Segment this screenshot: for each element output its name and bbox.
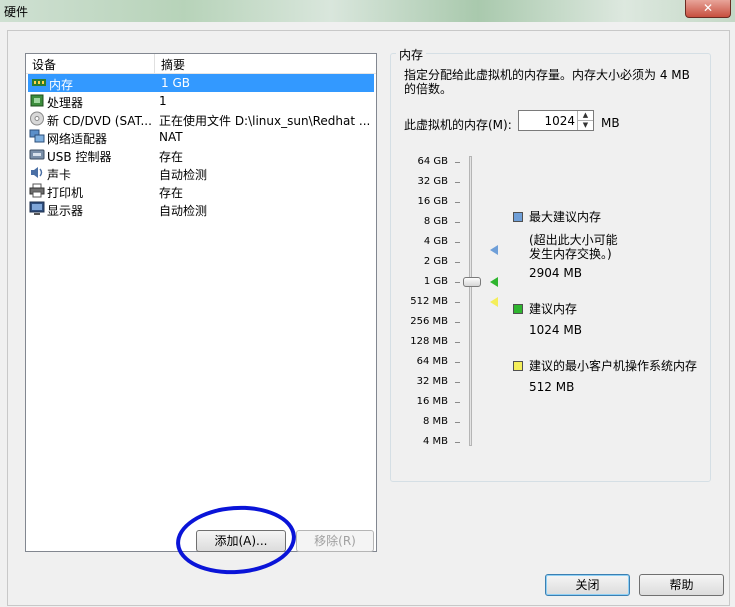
scale-tick (455, 342, 460, 343)
device-name: 处理器 (47, 96, 84, 110)
scale-label: 16 GB (417, 196, 448, 207)
device-row-network-adapter[interactable]: 网络适配器 NAT (26, 128, 376, 146)
device-summary: 1 GB (161, 76, 190, 90)
window-title: 硬件 (4, 5, 29, 19)
memory-value: 1024 (544, 114, 575, 128)
title-bar: 硬件 ✕ (0, 0, 735, 22)
sound-card-icon (31, 167, 43, 178)
min-legend-title: 建议的最小客户机操作系统内存 (529, 359, 698, 373)
column-header-summary[interactable]: 摘要 (161, 56, 185, 73)
min-legend-swatch-icon (513, 361, 523, 371)
device-list[interactable]: 设备 摘要 内存 1 GB 处理器 1 新 CD/DVD (SAT... 正在使… (25, 53, 377, 552)
scale-tick (455, 162, 460, 163)
memory-description: 指定分配给此虚拟机的内存量。内存大小必须为 4 MB 的倍数。 (404, 68, 690, 96)
scale-tick (455, 282, 460, 283)
scale-label: 32 GB (417, 176, 448, 187)
device-list-header: 设备 摘要 (26, 54, 376, 74)
recommended-legend-title: 建议内存 (529, 302, 578, 316)
usb-icon (29, 149, 45, 160)
scale-tick (455, 302, 460, 303)
scale-label: 8 MB (422, 416, 448, 427)
memory-unit: MB (601, 116, 620, 130)
display-icon (29, 201, 45, 215)
scale-tick (455, 442, 460, 443)
device-name: USB 控制器 (47, 150, 112, 164)
device-row-printer[interactable]: 打印机 存在 (26, 182, 376, 200)
window-close-button[interactable]: ✕ (685, 0, 731, 18)
device-name: 声卡 (47, 168, 72, 182)
printer-icon (29, 183, 45, 198)
scale-label: 8 GB (423, 216, 448, 227)
device-summary: 正在使用文件 D:\linux_sun\Redhat ... (159, 114, 371, 128)
close-button[interactable]: 关闭 (545, 574, 630, 596)
max-legend-note: (超出此大小可能 发生内存交换。) (529, 233, 618, 261)
scale-tick (455, 322, 460, 323)
device-summary: 自动检测 (159, 168, 208, 182)
device-row-cpu[interactable]: 处理器 1 (26, 92, 376, 110)
device-row-memory[interactable]: 内存 1 GB (28, 74, 374, 92)
scale-tick (455, 202, 460, 203)
device-name: 显示器 (47, 204, 84, 218)
spin-down-icon[interactable]: ▼ (577, 121, 593, 130)
scale-tick (455, 362, 460, 363)
device-row-sound-card[interactable]: 声卡 自动检测 (26, 164, 376, 182)
column-header-device[interactable]: 设备 (32, 56, 56, 73)
help-button[interactable]: 帮助 (639, 574, 724, 596)
scale-label: 4 GB (423, 236, 448, 247)
device-row-display[interactable]: 显示器 自动检测 (26, 200, 376, 218)
max-recommended-marker-icon (490, 245, 498, 255)
max-legend-swatch-icon (513, 212, 523, 222)
recommended-marker-icon (490, 277, 498, 287)
device-summary: 自动检测 (159, 204, 208, 218)
scale-label: 128 MB (410, 336, 448, 347)
device-row-cd-dvd[interactable]: 新 CD/DVD (SAT... 正在使用文件 D:\linux_sun\Red… (26, 110, 376, 128)
device-name: 内存 (49, 78, 74, 92)
scale-tick (455, 182, 460, 183)
scale-tick (455, 222, 460, 223)
device-row-usb-controller[interactable]: USB 控制器 存在 (26, 146, 376, 164)
device-summary: 存在 (159, 150, 184, 164)
max-legend-value: 2904 MB (529, 266, 582, 280)
network-adapter-icon (29, 129, 45, 143)
memory-group-title: 内存 (396, 46, 427, 63)
max-legend-title: 最大建议内存 (529, 210, 602, 224)
scale-label: 2 GB (423, 256, 448, 267)
device-name: 网络适配器 (47, 132, 108, 146)
scale-tick (455, 402, 460, 403)
recommended-legend-value: 1024 MB (529, 323, 582, 337)
spin-up-icon[interactable]: ▲ (577, 111, 593, 121)
device-name: 打印机 (47, 186, 84, 200)
memory-field-label: 此虚拟机的内存(M): (404, 118, 512, 132)
scale-label: 16 MB (416, 396, 448, 407)
scale-tick (455, 242, 460, 243)
memory-slider-thumb[interactable] (463, 277, 481, 287)
remove-button[interactable]: 移除(R) (296, 530, 374, 552)
scale-tick (455, 382, 460, 383)
device-name: 新 CD/DVD (SAT... (47, 114, 152, 128)
device-summary: 存在 (159, 186, 184, 200)
device-summary: 1 (159, 94, 167, 108)
scale-tick (455, 422, 460, 423)
scale-label: 256 MB (410, 316, 448, 327)
min-legend-value: 512 MB (529, 380, 575, 394)
scale-label: 1 GB (423, 276, 448, 287)
scale-label: 4 MB (422, 436, 448, 447)
device-summary: NAT (159, 130, 183, 144)
memory-spinbox[interactable]: 1024 ▲ ▼ (518, 110, 594, 131)
scale-label: 64 GB (417, 156, 448, 167)
scale-label: 64 MB (416, 356, 448, 367)
cd-dvd-icon (30, 111, 44, 126)
cpu-icon (30, 94, 44, 107)
memory-icon (32, 79, 46, 86)
scale-tick (455, 262, 460, 263)
recommended-legend-swatch-icon (513, 304, 523, 314)
memory-slider-track[interactable] (469, 156, 472, 446)
scale-label: 32 MB (416, 376, 448, 387)
min-recommended-marker-icon (490, 297, 498, 307)
scale-label: 512 MB (410, 296, 448, 307)
